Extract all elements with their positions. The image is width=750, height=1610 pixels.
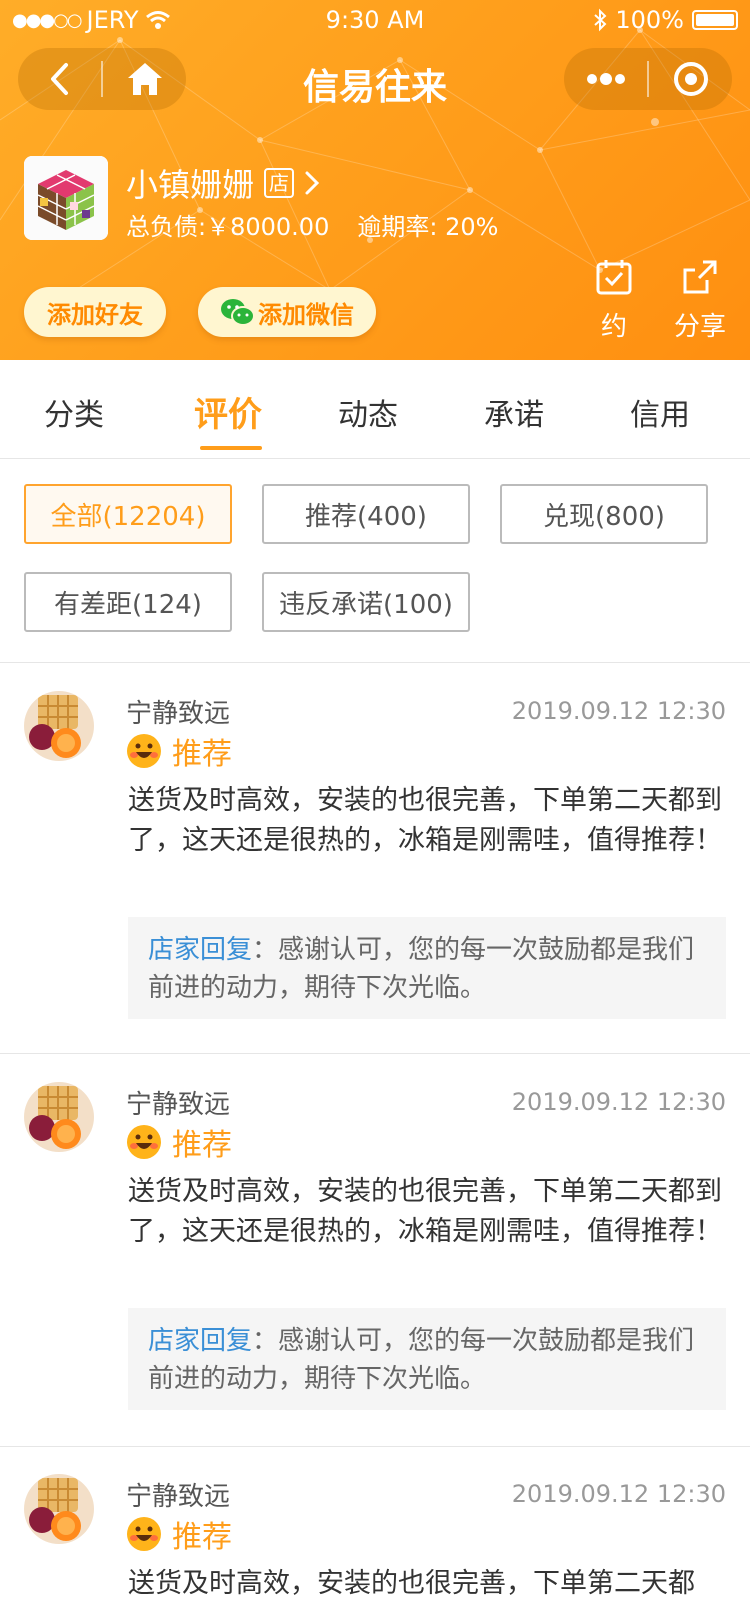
calendar-check-icon <box>596 260 632 295</box>
review-time: 2019.09.12 12:30 <box>511 697 726 725</box>
tab-reviews[interactable]: 评价 <box>194 387 262 436</box>
status-bar: ●●●○○ JERY 9:30 AM 100% <box>0 0 750 40</box>
filter-violation[interactable]: 违反承诺(100) <box>262 572 470 632</box>
shop-reply: 店家回复：感谢认可，您的每一次鼓励都是我们前进的动力，期待下次光临。 <box>128 917 726 1019</box>
filter-all[interactable]: 全部(12204) <box>24 484 232 544</box>
rating-label: 推荐 <box>172 737 232 772</box>
add-friend-button[interactable]: 添加好友 <box>24 287 166 337</box>
waffle-fruit-avatar <box>24 1082 94 1152</box>
rubik-cake-image <box>24 156 108 240</box>
reviewer-name: 宁静致远 <box>126 699 231 729</box>
tab-category[interactable]: 分类 <box>44 390 104 434</box>
store-badge: 店 <box>264 168 295 198</box>
filter-gap[interactable]: 有差距(124) <box>24 572 232 632</box>
avatar[interactable] <box>24 691 94 761</box>
debt-value: ￥8000.00 <box>206 213 330 241</box>
smile-icon <box>127 734 161 768</box>
debt-info: 总负债:￥8000.00 逾期率: 20% <box>126 207 498 242</box>
tab-promises[interactable]: 承诺 <box>484 390 544 434</box>
chevron-right-icon <box>305 171 320 195</box>
share-label: 分享 <box>673 312 726 342</box>
share-icon <box>683 260 717 294</box>
avatar[interactable] <box>24 1082 94 1152</box>
smile-icon <box>127 1517 161 1551</box>
shop-header: ●●●○○ JERY 9:30 AM 100% 信易往来 小镇姗姗 店 总负债:… <box>0 0 750 360</box>
rating-label: 推荐 <box>172 1128 232 1163</box>
wechat-icon <box>221 299 255 326</box>
review-rating: 推荐 <box>126 1512 232 1556</box>
shop-logo[interactable] <box>24 156 108 240</box>
shop-name: 小镇姗姗 <box>126 166 255 204</box>
waffle-fruit-avatar <box>24 691 94 761</box>
reply-label: 店家回复 <box>148 935 253 965</box>
tab-activity[interactable]: 动态 <box>338 390 398 434</box>
review-time: 2019.09.12 12:30 <box>511 1480 726 1508</box>
appointment-label: 约 <box>600 312 627 342</box>
add-friend-label: 添加好友 <box>47 300 143 329</box>
debt-label: 总负债: <box>126 213 207 241</box>
appointment-button[interactable]: 约 <box>590 258 638 343</box>
review-rating: 推荐 <box>126 1120 232 1164</box>
filter-recommend[interactable]: 推荐(400) <box>262 484 470 544</box>
active-tab-indicator <box>200 446 262 450</box>
battery-percent: 100% <box>615 6 684 34</box>
review-text: 送货及时高效，安装的也很完善，下单第二天都到了，这天还是很热的，冰箱是刚需哇，值… <box>128 1176 722 1247</box>
overdue-label: 逾期率: <box>357 213 438 241</box>
review-time: 2019.09.12 12:30 <box>511 1088 726 1116</box>
battery-icon <box>692 10 738 30</box>
review-item: 宁静致远 2019.09.12 12:30 推荐 送货及时高效，安装的也很完善，… <box>0 1054 750 1447</box>
shop-name-row[interactable]: 小镇姗姗 店 <box>126 160 322 206</box>
reviewer-name: 宁静致远 <box>126 1090 231 1120</box>
target-icon <box>673 62 708 96</box>
share-button[interactable]: 分享 <box>664 258 736 343</box>
add-wechat-button[interactable]: 添加微信 <box>198 287 376 337</box>
overdue-value: 20% <box>445 213 499 241</box>
review-item: 宁静致远 2019.09.12 12:30 推荐 送货及时高效，安装的也很完善，… <box>0 1446 750 1610</box>
smile-icon <box>127 1125 161 1159</box>
avatar[interactable] <box>24 1474 94 1544</box>
more-icon <box>586 73 625 85</box>
review-text: 送货及时高效，安装的也很完善，下单第二天都 <box>128 1568 695 1599</box>
review-filters: 全部(12204) 推荐(400) 兑现(800) 有差距(124) 违反承诺(… <box>0 458 750 663</box>
review-text: 送货及时高效，安装的也很完善，下单第二天都到了，这天还是很热的，冰箱是刚需哇，值… <box>128 785 722 856</box>
filter-fulfilled[interactable]: 兑现(800) <box>500 484 708 544</box>
reviewer-name: 宁静致远 <box>126 1482 231 1512</box>
rating-label: 推荐 <box>172 1520 232 1555</box>
review-item: 宁静致远 2019.09.12 12:30 推荐 送货及时高效，安装的也很完善，… <box>0 663 750 1054</box>
bluetooth-icon <box>594 8 607 32</box>
tab-credit[interactable]: 信用 <box>630 390 690 434</box>
tab-bar: 分类 评价 动态 承诺 信用 <box>0 360 750 459</box>
reply-label: 店家回复 <box>148 1326 253 1356</box>
more-button[interactable] <box>564 48 647 110</box>
nav-right-capsule <box>564 48 732 110</box>
waffle-fruit-avatar <box>24 1474 94 1544</box>
shop-reply: 店家回复：感谢认可，您的每一次鼓励都是我们前进的动力，期待下次光临。 <box>128 1308 726 1410</box>
add-wechat-label: 添加微信 <box>258 300 354 329</box>
review-rating: 推荐 <box>126 729 232 773</box>
close-miniapp-button[interactable] <box>649 48 732 110</box>
